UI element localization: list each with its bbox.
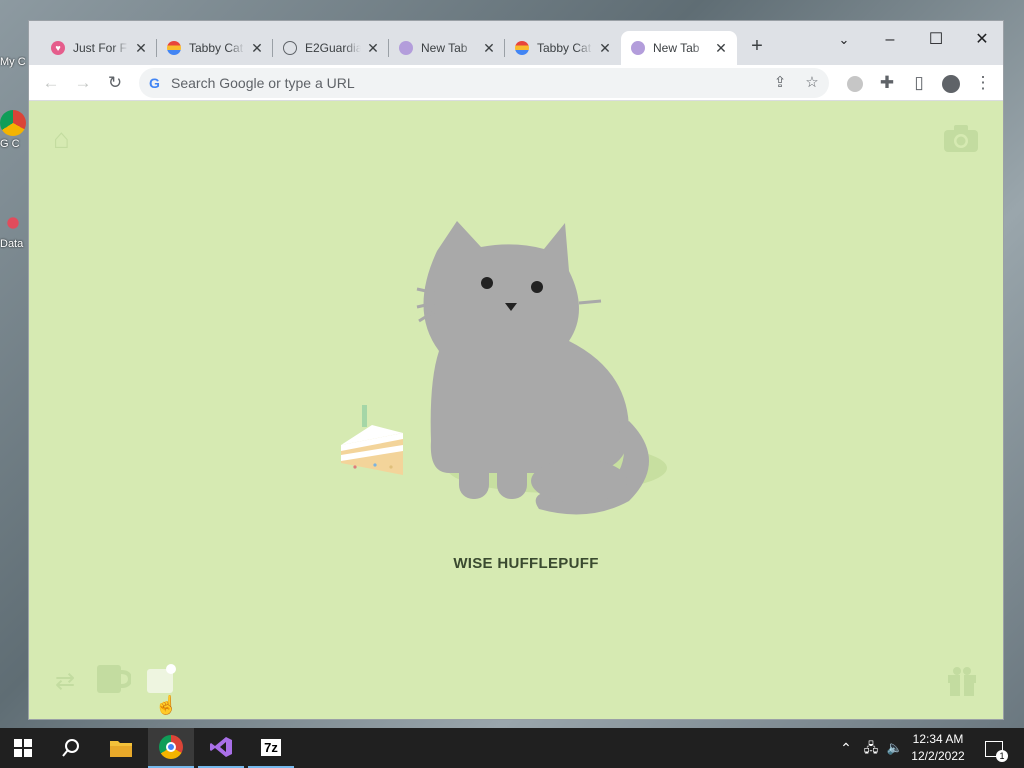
cat-name: WISE HUFFLEPUFF	[453, 555, 599, 572]
google-g-icon: G	[149, 75, 160, 91]
gift-icon[interactable]	[947, 665, 977, 704]
shuffle-icon[interactable]: ⇄	[55, 667, 75, 696]
windows-taskbar: 7z ⌃ 🖧 🔈 12:34 AM 12/2/2022 1	[0, 728, 1024, 768]
omnibox[interactable]: G ⇪ ☆	[139, 68, 829, 98]
close-icon[interactable]: ✕	[249, 40, 265, 56]
tabby-cat-page: ⌂ WISE HUFFLEPUFF ⇄ ☝	[29, 101, 1003, 719]
maximize-button[interactable]: ☐	[913, 25, 959, 55]
tab-new-tab-active[interactable]: New Tab ✕	[621, 31, 737, 65]
globe-icon	[283, 41, 297, 55]
file-explorer-icon[interactable]	[98, 728, 144, 768]
desktop-icon-label: Data	[0, 238, 24, 250]
desktop-icon-chrome[interactable]: G C	[0, 110, 28, 150]
tab-title: New Tab	[421, 41, 468, 55]
tab-title: Tabby Cat	[537, 41, 592, 55]
tab-tabby-cat-1[interactable]: Tabby Cat ✕	[157, 31, 273, 65]
show-hidden-icons-chevron[interactable]: ⌃	[836, 728, 856, 768]
7zip-icon[interactable]: 7z	[248, 728, 294, 768]
tab-e2guardian[interactable]: E2Guardia ✕	[273, 31, 389, 65]
tab-just-for-fun[interactable]: ♥ Just For F ✕	[41, 31, 157, 65]
network-icon[interactable]: 🖧	[860, 728, 882, 768]
tab-search-chevron-icon[interactable]: ⌄	[821, 25, 867, 55]
tab-strip: ♥ Just For F ✕ Tabby Cat ✕ E2Guardia ✕ N…	[29, 21, 1003, 65]
search-icon[interactable]	[48, 728, 94, 768]
windows-start-icon[interactable]	[0, 728, 46, 768]
camera-icon[interactable]	[943, 123, 979, 160]
minimize-button[interactable]: –	[867, 25, 913, 55]
cat-face-icon	[399, 41, 413, 55]
cat-illustration[interactable]	[329, 211, 689, 531]
visual-studio-icon[interactable]	[198, 728, 244, 768]
tab-title: E2Guardia	[305, 41, 361, 55]
heart-icon: ♥	[51, 41, 65, 55]
tab-title: New Tab	[653, 41, 700, 55]
clock-time: 12:34 AM	[912, 732, 964, 746]
tab-new-tab-1[interactable]: New Tab ✕	[389, 31, 505, 65]
rainbow-icon	[167, 41, 181, 55]
tab-tabby-cat-2[interactable]: Tabby Cat ✕	[505, 31, 621, 65]
extension-cat-icon[interactable]	[841, 69, 869, 97]
close-icon[interactable]: ✕	[713, 40, 729, 56]
chrome-window: ♥ Just For F ✕ Tabby Cat ✕ E2Guardia ✕ N…	[28, 20, 1004, 720]
desktop-icon-my-computer[interactable]: My C	[0, 56, 28, 68]
browser-toolbar: ← → ↻ G ⇪ ☆ ✚ ▯ ⋮	[29, 65, 1003, 101]
notification-count-badge: 1	[996, 750, 1008, 763]
system-clock[interactable]: 12:34 AM 12/2/2022	[902, 731, 974, 765]
desktop-icon-label: My C	[0, 56, 26, 68]
window-close-button[interactable]: ✕	[959, 25, 1003, 55]
close-icon[interactable]: ✕	[133, 40, 149, 56]
atom-shortcut-icon	[0, 210, 26, 236]
side-panel-icon[interactable]: ▯	[905, 69, 933, 97]
desktop-icon-label: G C	[0, 138, 20, 150]
back-arrow-icon[interactable]: ←	[37, 69, 65, 97]
address-bar-input[interactable]	[171, 68, 751, 98]
clock-date: 12/2/2022	[911, 749, 965, 763]
menu-kebab-icon[interactable]: ⋮	[969, 69, 997, 97]
desktop-icon-data[interactable]: Data	[0, 210, 28, 250]
new-tab-button[interactable]: +	[745, 35, 769, 59]
reload-icon[interactable]: ↻	[101, 69, 129, 97]
cake-slice-icon[interactable]	[337, 401, 409, 483]
7zip-label: 7z	[261, 738, 281, 756]
close-icon[interactable]: ✕	[365, 40, 381, 56]
home-icon[interactable]: ⌂	[53, 123, 70, 155]
mouse-pointer-hand-icon: ☝	[155, 695, 178, 715]
cat-face-icon	[631, 41, 645, 55]
close-icon[interactable]: ✕	[597, 40, 613, 56]
chrome-icon[interactable]	[148, 728, 194, 768]
profile-avatar-icon[interactable]	[937, 69, 965, 97]
bookmark-star-icon[interactable]: ☆	[801, 72, 823, 94]
close-icon[interactable]: ✕	[481, 40, 497, 56]
tab-title: Just For F	[73, 41, 128, 55]
extensions-puzzle-icon[interactable]: ✚	[873, 69, 901, 97]
notification-center-icon[interactable]: 1	[980, 728, 1008, 768]
chrome-shortcut-icon	[0, 110, 26, 136]
share-icon[interactable]: ⇪	[769, 72, 791, 94]
forward-arrow-icon[interactable]: →	[69, 69, 97, 97]
mug-icon[interactable]	[95, 663, 133, 702]
rainbow-icon	[515, 41, 529, 55]
tab-title: Tabby Cat	[189, 41, 244, 55]
